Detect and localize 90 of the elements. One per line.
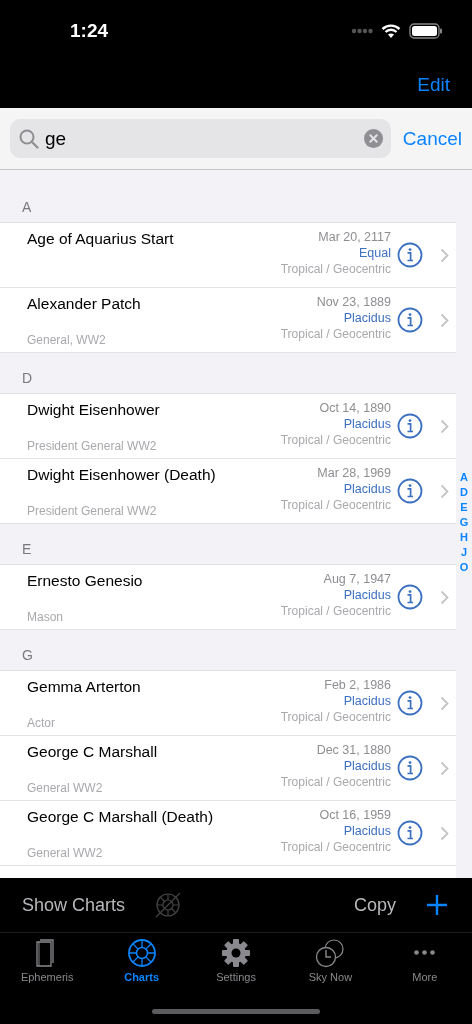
edit-button[interactable]: Edit: [417, 74, 450, 96]
chart-row[interactable]: Age of Aquarius Start Mar 20, 2117 Equal Tropical / Geocentric: [0, 223, 456, 288]
tab-item[interactable]: Ephemeris: [0, 933, 95, 989]
chart-name: Alexander Patch: [27, 295, 142, 313]
chart-date: Oct 16, 1959: [319, 808, 391, 822]
house-system: Placidus: [343, 759, 391, 773]
zodiac-type: Tropical / Geocentric: [280, 433, 391, 447]
chevron-icon: [440, 825, 449, 841]
clock-icon: [315, 938, 346, 968]
chart-row[interactable]: George C Marshall (Death) General WW2 Oct 16, 1959 Placidus Tropical / Geocentric: [0, 801, 456, 866]
zodiac-type: Tropical / Geocentric: [280, 604, 391, 618]
info-icon[interactable]: [397, 242, 423, 268]
zodiac-type: Tropical / Geocentric: [280, 840, 391, 854]
info-icon[interactable]: [397, 820, 423, 846]
house-system: Placidus: [343, 482, 391, 496]
chart-row[interactable]: George C Marshall General WW2 Dec 31, 1880 Placidus Tropical / Geocentric: [0, 736, 456, 801]
chevron-icon: [440, 589, 449, 605]
tab-item[interactable]: Settings: [188, 933, 284, 989]
info-icon[interactable]: [397, 584, 423, 610]
signal-icon: [351, 28, 373, 34]
tab-item[interactable]: More: [377, 933, 472, 989]
chart-name: Age of Aquarius Start: [27, 230, 175, 248]
battery-icon: [409, 23, 443, 39]
info-icon[interactable]: [397, 307, 423, 333]
info-icon[interactable]: [397, 755, 423, 781]
add-icon[interactable]: [426, 894, 448, 916]
status-time: 1:24: [70, 20, 109, 42]
settings-icon: [221, 938, 251, 968]
chart-name: Gemma Arterton: [27, 678, 142, 696]
info-icon[interactable]: [397, 478, 423, 504]
chart-row[interactable]: Ernesto Genesio Mason Aug 7, 1947 Placidus Tropical / Geocentric: [0, 565, 456, 630]
house-system: Placidus: [343, 417, 391, 431]
chevron-icon: [440, 247, 449, 263]
chevron-icon: [440, 483, 449, 499]
section-letter: E: [22, 541, 32, 557]
house-system: Equal: [359, 246, 391, 260]
chart-name: George C Marshall (Death): [27, 808, 215, 826]
info-icon[interactable]: [397, 690, 423, 716]
show-charts-button[interactable]: Show Charts: [22, 894, 126, 916]
chart-note: Mason: [27, 610, 65, 624]
index-letter[interactable]: G: [459, 515, 469, 530]
chart-wheel-icon: [126, 938, 157, 968]
chart-row[interactable]: Dwight Eisenhower (Death) President General WW2 Mar 28, 1969 Placidus Tropical / Geocentric: [0, 459, 456, 524]
index-letter[interactable]: O: [459, 560, 469, 575]
zodiac-type: Tropical / Geocentric: [280, 498, 391, 512]
house-system: Placidus: [343, 824, 391, 838]
chart-note: Actor: [27, 716, 56, 730]
cancel-button[interactable]: Cancel: [402, 127, 462, 150]
more-icon: [414, 950, 436, 955]
house-system: Placidus: [343, 311, 391, 325]
chart-name: Dwight Eisenhower: [27, 401, 161, 419]
chart-date: Oct 14, 1890: [319, 401, 391, 415]
chart-date: Nov 23, 1889: [316, 295, 391, 309]
section-letter: G: [22, 647, 33, 663]
chart-date: Mar 28, 1969: [317, 466, 391, 480]
chevron-icon: [440, 695, 449, 711]
section-letter: A: [22, 199, 32, 215]
tab-item[interactable]: Charts: [94, 933, 189, 989]
chart-row[interactable]: Gemma Arterton Actor Feb 2, 1986 Placidus Tropical / Geocentric: [0, 671, 456, 736]
chart-date: Aug 7, 1947: [323, 572, 391, 586]
house-system: Placidus: [343, 588, 391, 602]
zodiac-type: Tropical / Geocentric: [280, 775, 391, 789]
chart-date: Dec 31, 1880: [316, 743, 391, 757]
chart-note: President General WW2: [27, 439, 158, 453]
clear-icon[interactable]: [363, 129, 383, 148]
chevron-icon: [440, 760, 449, 776]
house-system: Placidus: [343, 694, 391, 708]
chart-note: General, WW2: [27, 333, 107, 347]
section-letter: D: [22, 370, 33, 386]
chart-name: George C Marshall: [27, 743, 159, 761]
chart-name: Ernesto Genesio: [27, 572, 144, 590]
search-field[interactable]: ge: [10, 119, 391, 158]
chart-note: General WW2: [27, 781, 104, 795]
chart-date: Mar 20, 2117: [318, 230, 391, 244]
chart-date: Feb 2, 1986: [324, 678, 391, 692]
zodiac-type: Tropical / Geocentric: [280, 710, 391, 724]
wifi-icon: [381, 23, 401, 39]
chart-row[interactable]: Alexander Patch General, WW2 Nov 23, 1889 Placidus Tropical / Geocentric: [0, 288, 456, 353]
chevron-icon: [440, 312, 449, 328]
chart-note: General WW2: [27, 846, 104, 860]
chart-row[interactable]: Dwight Eisenhower President General WW2 Oct 14, 1890 Placidus Tropical / Geocentric: [0, 394, 456, 459]
chart-note: President General WW2: [27, 504, 158, 518]
copy-button[interactable]: Copy: [353, 894, 396, 916]
chevron-icon: [440, 418, 449, 434]
zodiac-type: Tropical / Geocentric: [280, 262, 391, 276]
info-icon[interactable]: [397, 413, 423, 439]
zodiac-type: Tropical / Geocentric: [280, 327, 391, 341]
chart-name: Dwight Eisenhower (Death): [27, 466, 217, 484]
search-icon: [19, 129, 39, 149]
tab-item[interactable]: Sky Now: [283, 933, 378, 989]
